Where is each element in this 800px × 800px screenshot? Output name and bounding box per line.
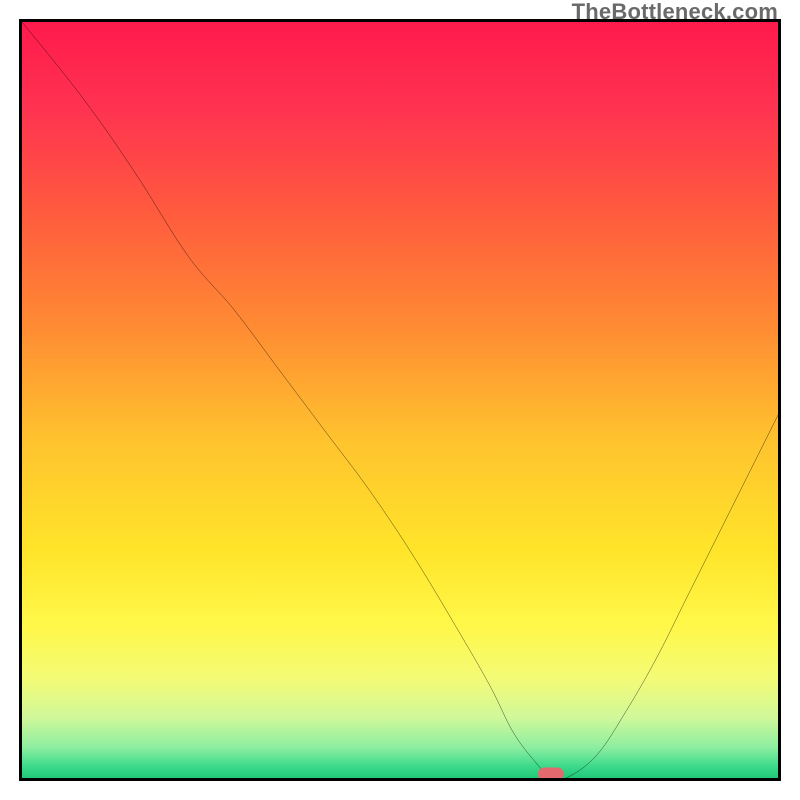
bottleneck-chart: TheBottleneck.com	[0, 0, 800, 800]
curve-line	[22, 22, 778, 778]
plot-area	[19, 19, 781, 781]
optimal-marker	[538, 768, 564, 781]
